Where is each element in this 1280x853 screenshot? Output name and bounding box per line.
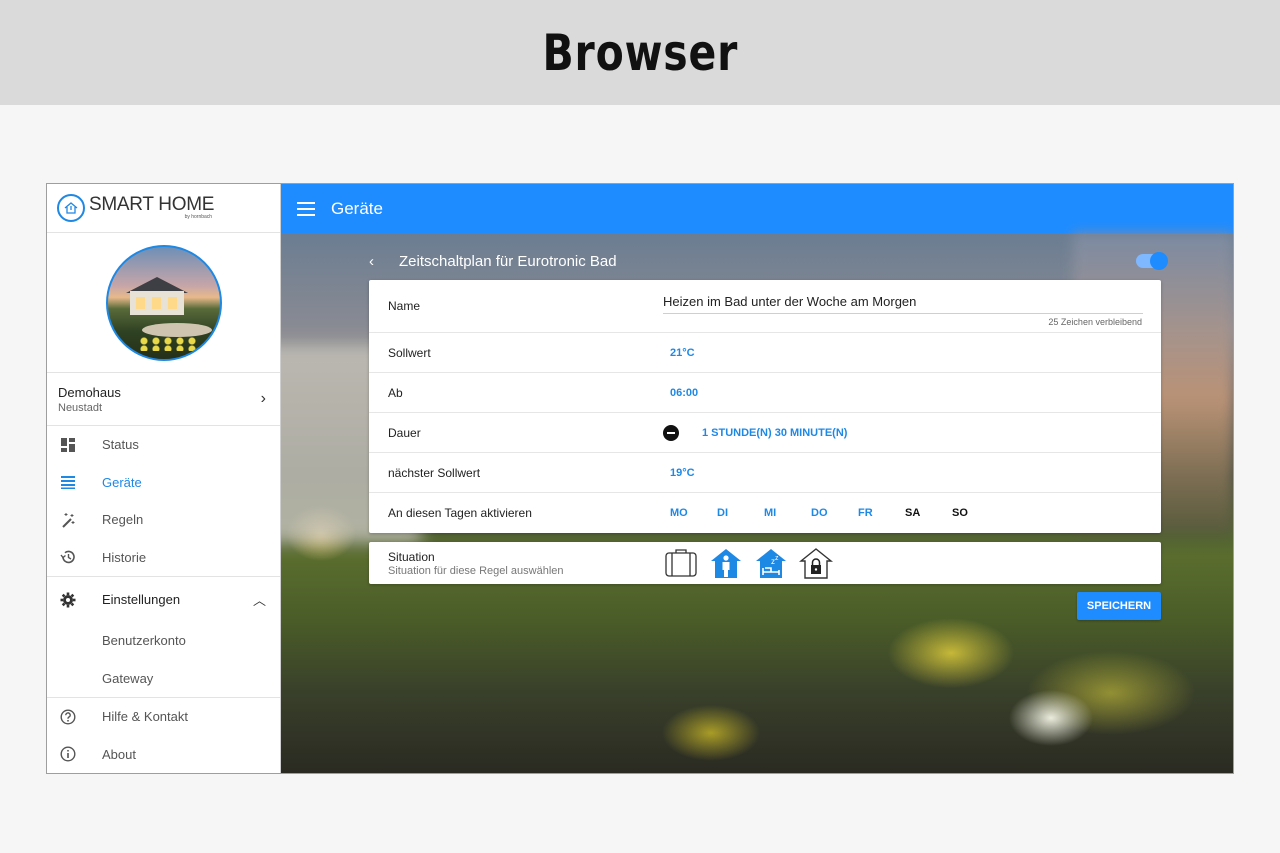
home-city: Neustadt [58,401,103,414]
home-selector[interactable]: Demohaus Neustadt › [47,373,280,426]
sollwert-label: Sollwert [388,345,431,360]
days-label: An diesen Tagen aktivieren [388,506,532,520]
sidebar-item-label: Einstellungen [102,592,181,607]
chevron-up-icon: ︿ [252,593,266,608]
home-person-icon[interactable] [709,547,743,579]
name-input[interactable]: Heizen im Bad unter der Woche am Morgen [663,294,1143,314]
sidebar-item-label: Historie [102,549,147,565]
banner-title: Browser [542,23,738,82]
day-di[interactable]: DI [717,507,764,519]
sollwert-value[interactable]: 21°C [670,347,695,359]
rule-enabled-toggle[interactable] [1136,252,1168,270]
day-mo[interactable]: MO [670,507,717,519]
logo-text: SMART HOME [89,194,215,215]
app-bar: Geräte [281,184,1233,233]
name-row: Name Heizen im Bad unter der Woche am Mo… [369,280,1161,333]
sidebar-item-status[interactable]: Status [47,426,280,464]
home-name: Demohaus [58,384,121,400]
sidebar-item-historie[interactable]: Historie [47,539,280,577]
sidebar-item-regeln[interactable]: Regeln [47,501,280,539]
dauer-row: Dauer 1 STUNDE(N) 30 MINUTE(N) [369,413,1161,453]
sidebar-item-geraete[interactable]: Geräte [47,464,280,502]
page-title: Zeitschaltplan für Eurotronic Bad [399,252,617,270]
next-sollwert-label: nächster Sollwert [388,465,481,480]
remove-duration-icon[interactable] [663,424,679,441]
magic-wand-icon [59,511,77,529]
day-mi[interactable]: MI [764,507,811,519]
name-char-hint: 25 Zeichen verbleibend [1048,317,1142,327]
next-sollwert-value[interactable]: 19°C [670,467,695,479]
logo[interactable]: SMART HOME by hornbach [47,184,280,233]
sleep-icon[interactable]: zz [754,547,788,579]
day-so[interactable]: SO [952,507,999,519]
gear-icon [59,591,77,609]
sidebar-item-label: Status [102,437,139,453]
ab-row: Ab 06:00 [369,373,1161,413]
home-avatar[interactable] [105,244,222,361]
info-icon [59,745,77,763]
name-label: Name [388,299,421,313]
day-do[interactable]: DO [811,507,858,519]
ab-label: Ab [388,385,403,400]
banner: Browser [0,0,1280,105]
page-header: ‹ Zeitschaltplan für Eurotronic Bad [369,247,1168,275]
list-icon [59,473,77,491]
sidebar-item-label: Geräte [102,474,142,490]
situation-title: Situation [388,549,435,564]
lock-house-icon[interactable] [799,547,833,579]
avatar-row [47,233,280,373]
main-content: Geräte ‹ Zeitschaltplan für Eurotronic B… [281,184,1233,773]
save-button[interactable]: SPEICHERN [1077,592,1161,620]
back-icon[interactable]: ‹ [369,253,385,270]
dauer-label: Dauer [388,425,421,440]
sollwert-row: Sollwert 21°C [369,333,1161,373]
suitcase-icon[interactable] [664,547,698,579]
app-window: SMART HOME by hornbach Demohaus Neustadt… [46,183,1234,774]
power-home-icon [57,194,85,222]
sidebar-item-label: About [102,746,136,762]
day-sa[interactable]: SA [905,507,952,519]
svg-text:z: z [775,555,779,562]
next-sollwert-row: nächster Sollwert 19°C [369,453,1161,493]
ab-value[interactable]: 06:00 [670,387,698,399]
situation-card: Situation Situation für diese Regel ausw… [369,542,1161,584]
history-icon [59,548,77,566]
sidebar-item-hilfe[interactable]: Hilfe & Kontakt [47,698,280,736]
rule-form-card: Name Heizen im Bad unter der Woche am Mo… [369,280,1161,533]
help-icon [59,708,77,726]
menu-icon[interactable] [297,201,315,216]
situation-subtitle: Situation für diese Regel auswählen [388,564,564,577]
logo-subtext: by hornbach [184,214,213,220]
app-bar-title: Geräte [331,198,383,218]
day-selector: MO DI MI DO FR SA SO [670,507,999,519]
sidebar-item-about[interactable]: About [47,736,280,774]
sidebar-item-label: Regeln [102,512,144,528]
sidebar-item-label: Hilfe & Kontakt [102,709,188,725]
sidebar-subitem-benutzerkonto[interactable]: Benutzerkonto [47,622,280,660]
dauer-value[interactable]: 1 STUNDE(N) 30 MINUTE(N) [702,427,847,439]
sidebar: SMART HOME by hornbach Demohaus Neustadt… [47,184,281,773]
days-row: An diesen Tagen aktivieren MO DI MI DO F… [369,493,1161,533]
day-fr[interactable]: FR [858,507,905,519]
sidebar-item-einstellungen[interactable]: Einstellungen ︿ [47,577,280,622]
dashboard-icon [59,436,77,454]
chevron-right-icon: › [260,390,266,407]
sidebar-subitem-gateway[interactable]: Gateway [47,660,280,698]
